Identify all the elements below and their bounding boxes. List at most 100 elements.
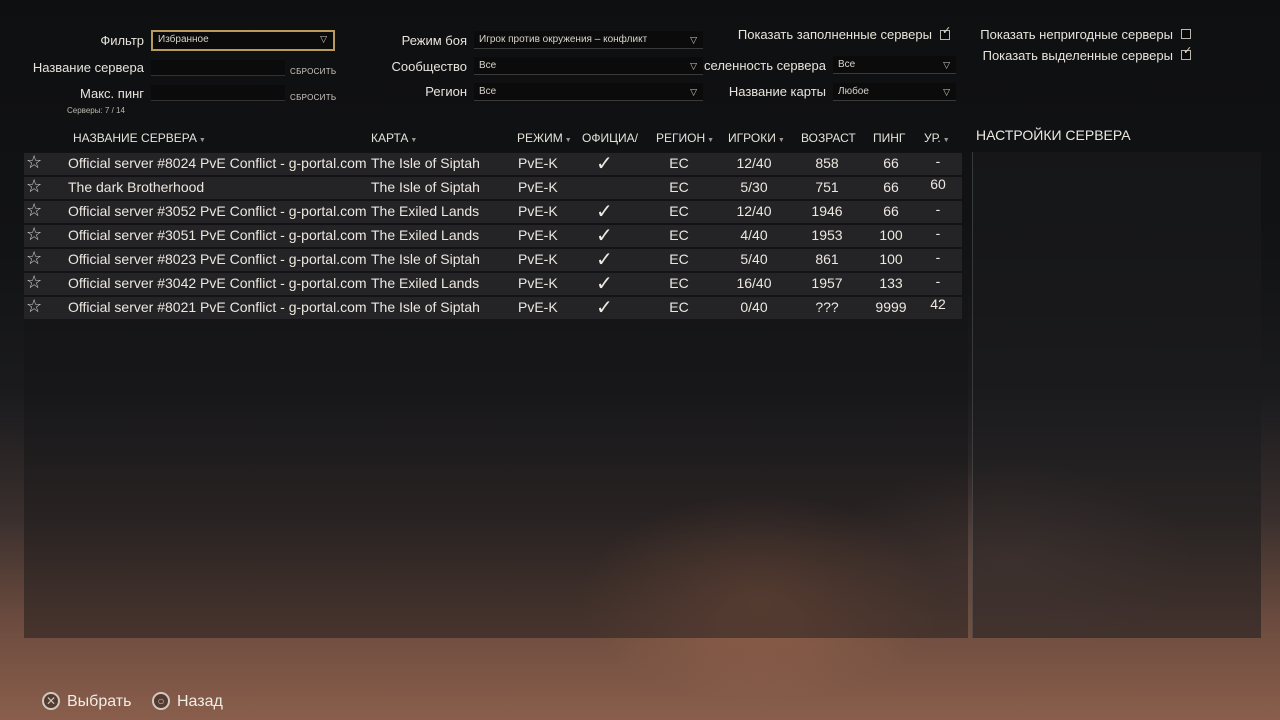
map-cell: The Isle of Siptah — [371, 251, 480, 267]
age-cell: 751 — [815, 179, 839, 195]
star-icon[interactable]: ☆ — [26, 272, 42, 293]
column-header-map[interactable]: КАРТА ▼ — [371, 131, 417, 145]
table-row[interactable]: ☆ Official server #3052 PvE Conflict - g-… — [24, 200, 962, 223]
map-name-dropdown[interactable]: Любое ▽ — [833, 83, 956, 101]
region-label: Регион — [425, 84, 467, 99]
column-header-region-label: РЕГИОН — [656, 131, 706, 145]
table-row[interactable]: ☆ Official server #8023 PvE Conflict - g-… — [24, 248, 962, 271]
star-icon[interactable]: ☆ — [26, 152, 42, 173]
sort-arrow-icon: ▼ — [942, 137, 950, 144]
region-cell: ЕС — [669, 251, 689, 267]
dropdown-arrow-icon: ▽ — [943, 60, 950, 70]
column-header-official-label: ОФИЦИА/ — [582, 131, 638, 145]
region-cell: ЕС — [669, 227, 689, 243]
star-icon[interactable]: ☆ — [26, 224, 42, 245]
back-button[interactable]: Назад — [177, 693, 223, 711]
check-icon: ✓ — [596, 249, 613, 271]
column-header-ping-label: ПИНГ — [873, 131, 906, 145]
filter-dropdown[interactable]: Избранное ▽ — [151, 30, 335, 51]
max-ping-input[interactable] — [151, 85, 285, 101]
column-header-map-label: КАРТА — [371, 131, 409, 145]
region-cell: ЕС — [669, 155, 689, 171]
level-cell: - — [935, 225, 941, 241]
dropdown-arrow-icon: ▽ — [690, 35, 697, 45]
dropdown-arrow-icon: ▽ — [943, 87, 950, 97]
column-header-players[interactable]: ИГРОКИ ▼ — [728, 131, 785, 145]
server-name-reset-button[interactable]: СБРОСИТЬ — [290, 67, 336, 76]
star-icon[interactable]: ☆ — [26, 296, 42, 317]
ping-cell: 66 — [883, 179, 899, 195]
table-row[interactable]: ☆ Official server #8021 PvE Conflict - g-… — [24, 296, 962, 319]
star-icon[interactable]: ☆ — [26, 176, 42, 197]
column-header-mode[interactable]: РЕЖИМ ▼ — [517, 131, 572, 145]
community-label: Сообщество — [391, 59, 467, 74]
population-value: Все — [838, 59, 856, 70]
server-settings-panel — [972, 152, 1261, 638]
community-value: Все — [479, 60, 497, 71]
dropdown-arrow-icon: ▽ — [320, 34, 327, 44]
check-icon: ✓ — [596, 273, 613, 295]
column-header-ping[interactable]: ПИНГ — [873, 131, 905, 145]
level-cell: - — [935, 273, 941, 289]
ping-cell: 100 — [879, 251, 903, 267]
show-highlighted-checkbox[interactable]: ✓ — [1181, 45, 1192, 60]
table-row[interactable]: ☆ Official server #3051 PvE Conflict - g-… — [24, 224, 962, 247]
age-cell: 1953 — [811, 227, 843, 243]
max-ping-label: Макс. пинг — [80, 86, 144, 101]
server-name-cell: Official server #3052 PvE Conflict - g-p… — [68, 203, 367, 219]
region-value: Все — [479, 86, 497, 97]
show-full-checkbox[interactable]: ✓ — [940, 25, 951, 40]
mode-cell: PvE-K — [518, 275, 558, 291]
sort-arrow-icon: ▼ — [198, 137, 206, 144]
players-cell: 16/40 — [736, 275, 772, 291]
column-header-level[interactable]: УР. ▼ — [924, 131, 950, 145]
players-cell: 12/40 — [736, 155, 772, 171]
server-name-cell: The dark Brotherhood — [68, 179, 205, 195]
combat-mode-dropdown[interactable]: Игрок против окружения – конфликт ▽ — [474, 31, 703, 49]
ping-cell: 133 — [879, 275, 903, 291]
star-icon[interactable]: ☆ — [26, 200, 42, 221]
table-row[interactable]: ☆ Official server #8024 PvE Conflict - g-… — [24, 152, 962, 175]
table-row[interactable]: ☆ Official server #3042 PvE Conflict - g-… — [24, 272, 962, 295]
show-invalid-checkbox[interactable] — [1181, 29, 1191, 39]
combat-mode-label: Режим боя — [401, 33, 467, 48]
select-button[interactable]: Выбрать — [67, 693, 131, 711]
region-cell: ЕС — [669, 203, 689, 219]
column-header-age[interactable]: ВОЗРАСТ — [801, 131, 856, 145]
column-header-official[interactable]: ОФИЦИА/ — [582, 131, 638, 145]
circle-button-icon: ○ — [152, 692, 170, 710]
players-cell: 12/40 — [736, 203, 772, 219]
mode-cell: PvE-K — [518, 179, 558, 195]
sort-arrow-icon: ▼ — [707, 137, 715, 144]
mode-cell: PvE-K — [518, 227, 558, 243]
players-cell: 0/40 — [740, 299, 768, 315]
combat-mode-value: Игрок против окружения – конфликт — [479, 34, 648, 45]
server-name-cell: Official server #8024 PvE Conflict - g-p… — [68, 155, 367, 171]
players-cell: 5/30 — [740, 179, 768, 195]
column-header-region[interactable]: РЕГИОН ▼ — [656, 131, 714, 145]
filter-value: Избранное — [158, 34, 209, 45]
map-cell: The Isle of Siptah — [371, 155, 480, 171]
dropdown-arrow-icon: ▽ — [690, 87, 697, 97]
ping-cell: 100 — [879, 227, 903, 243]
ping-cell: 9999 — [875, 299, 907, 315]
check-icon: ✓ — [1183, 45, 1193, 57]
mode-cell: PvE-K — [518, 203, 558, 219]
map-cell: The Exiled Lands — [371, 203, 480, 219]
server-name-label: Название сервера — [32, 60, 144, 75]
sort-arrow-icon: ▼ — [410, 137, 418, 144]
players-cell: 5/40 — [740, 251, 768, 267]
population-dropdown[interactable]: Все ▽ — [833, 56, 956, 74]
filter-label: Фильтр — [100, 33, 144, 48]
region-dropdown[interactable]: Все ▽ — [474, 83, 703, 101]
check-icon: ✓ — [596, 153, 613, 175]
max-ping-reset-button[interactable]: СБРОСИТЬ — [290, 93, 336, 102]
server-name-input[interactable] — [151, 60, 285, 76]
community-dropdown[interactable]: Все ▽ — [474, 57, 703, 75]
star-icon[interactable]: ☆ — [26, 248, 42, 269]
column-header-name[interactable]: НАЗВАНИЕ СЕРВЕРА ▼ — [73, 131, 206, 145]
sort-arrow-icon: ▼ — [777, 137, 785, 144]
map-cell: The Exiled Lands — [371, 275, 480, 291]
table-row[interactable]: ☆ The dark Brotherhood The Isle of Siptah P… — [24, 176, 962, 199]
column-header-mode-label: РЕЖИМ — [517, 131, 563, 145]
